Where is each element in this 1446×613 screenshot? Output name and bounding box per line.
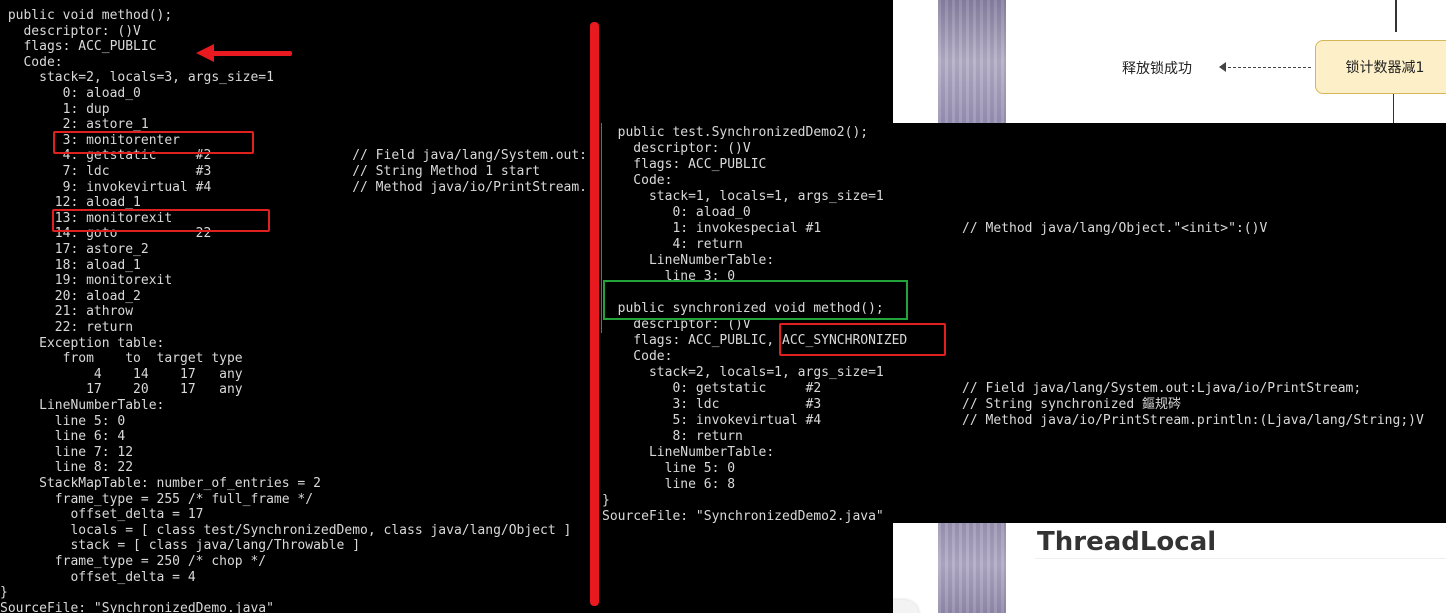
code-line: line 5: 0 <box>0 413 126 429</box>
code-line: offset_delta = 4 <box>0 569 196 585</box>
red-arrow-icon <box>196 44 214 62</box>
highlight-monitorexit <box>52 209 270 232</box>
code-line: 20: aload_2 <box>0 288 141 304</box>
code-line: 17: astore_2 <box>0 242 149 257</box>
code-line: from to target type <box>0 351 243 367</box>
highlight-acc-synchronized <box>779 323 946 356</box>
code-line: 22: return <box>0 320 134 335</box>
highlight-monitorenter <box>53 131 254 154</box>
code-line: LineNumberTable: <box>602 253 775 268</box>
code-line: Exception table: <box>0 335 165 351</box>
code-line: stack=2, locals=3, args_size=1 <box>0 70 274 86</box>
code-line: flags: ACC_PUBLIC <box>602 157 767 172</box>
code-line: 1: dup <box>0 101 110 117</box>
heading-divider <box>1035 558 1446 559</box>
code-line: locals = [ class test/SynchronizedDemo, … <box>0 522 572 538</box>
code-line: offset_delta = 17 <box>0 507 204 523</box>
code-line: 3: ldc #3 // String synchronized 鏂规硶 <box>602 397 1182 412</box>
code-line: 0: aload_0 <box>0 86 141 101</box>
code-line: 9: invokevirtual #4 // Method java/io/Pr… <box>0 179 587 195</box>
code-line: SourceFile: "SynchronizedDemo2.java" <box>602 509 884 523</box>
red-arrow-shaft <box>212 51 292 56</box>
code-line: 0: getstatic #2 // Field java/lang/Syste… <box>602 381 1362 396</box>
code-line: Code: <box>0 54 63 70</box>
right-terminal-window: public test.SynchronizedDemo2(); descrip… <box>600 123 1446 523</box>
code-line: descriptor: ()V <box>602 141 751 156</box>
floating-scroll-button[interactable] <box>893 600 919 613</box>
code-line: StackMapTable: number_of_entries = 2 <box>0 476 321 491</box>
code-line: 5: invokevirtual #4 // Method java/io/Pr… <box>602 413 1424 428</box>
flow-connector-top <box>1395 0 1397 32</box>
terminal-cursor-line <box>601 123 602 333</box>
code-line: } <box>602 493 610 508</box>
code-line: descriptor: ()V <box>0 23 141 39</box>
code-line: 21: athrow <box>0 304 134 320</box>
code-line: line 6: 4 <box>0 429 126 445</box>
code-line: frame_type = 255 /* full_frame */ <box>0 491 314 507</box>
flow-box-counter: 锁计数器减1 <box>1315 40 1446 94</box>
code-line: 8: return <box>602 429 743 444</box>
flow-connector-bottom <box>1393 94 1394 124</box>
code-line: stack = [ class java/lang/Throwable ] <box>0 538 361 554</box>
flow-dashed-connector <box>1223 67 1311 68</box>
code-line: 4 14 17 any <box>0 366 243 382</box>
code-line: } <box>0 585 8 601</box>
code-line: 18: aload_1 <box>0 257 141 273</box>
code-line: 7: ldc #3 // String Method 1 start <box>0 164 541 179</box>
highlight-synchronized-method <box>603 280 908 320</box>
code-line: frame_type = 250 /* chop */ <box>0 554 267 569</box>
code-line: 19: monitorexit <box>0 273 173 289</box>
code-line: line 7: 12 <box>0 444 134 460</box>
code-line: LineNumberTable: <box>602 445 775 460</box>
code-line: line 6: 8 <box>602 477 736 492</box>
code-line: 0: aload_0 <box>602 205 751 220</box>
code-line: 1: invokespecial #1 // Method java/lang/… <box>602 221 1268 236</box>
flow-box-label: 锁计数器减1 <box>1345 60 1425 76</box>
release-lock-label: 释放锁成功 <box>1122 61 1192 77</box>
code-line: SourceFile: "SynchronizedDemo.java" <box>0 600 274 613</box>
code-line: public test.SynchronizedDemo2(); <box>602 125 869 140</box>
code-line: stack=2, locals=1, args_size=1 <box>602 365 884 380</box>
code-line: 17 20 17 any <box>0 382 243 398</box>
red-divider-bar <box>590 22 599 606</box>
code-line: public void method(); <box>0 8 173 23</box>
code-line: 4: return <box>602 237 743 252</box>
code-line: flags: ACC_PUBLIC <box>0 39 157 55</box>
code-line: line 8: 22 <box>0 460 134 476</box>
code-line: stack=1, locals=1, args_size=1 <box>602 189 884 204</box>
code-line: line 5: 0 <box>602 461 736 476</box>
code-line: Code: <box>602 349 673 364</box>
code-line: LineNumberTable: <box>0 398 165 413</box>
section-heading: ThreadLocal <box>1037 527 1217 557</box>
code-line: Code: <box>602 173 673 188</box>
